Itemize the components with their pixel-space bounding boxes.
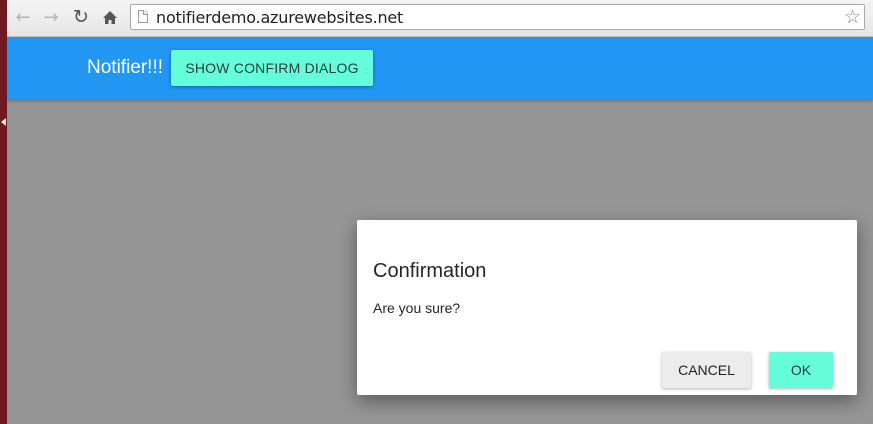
dialog-title: Confirmation [373, 260, 487, 282]
reload-icon[interactable]: ↻ [70, 6, 92, 28]
show-confirm-dialog-button[interactable]: SHOW CONFIRM DIALOG [171, 50, 373, 86]
dialog-message: Are you sure? [373, 300, 461, 316]
collapse-arrow-icon[interactable] [1, 118, 6, 126]
browser-toolbar: ← → ↻ notifierdemo.azurewebsites.net ☆ [7, 0, 873, 37]
bookmark-star-icon[interactable]: ☆ [844, 6, 861, 28]
forward-arrow-icon[interactable]: → [40, 6, 62, 28]
address-bar[interactable]: notifierdemo.azurewebsites.net ☆ [130, 4, 865, 30]
app-toolbar: Notifier!!! SHOW CONFIRM DIALOG [7, 37, 873, 100]
desktop-edge [0, 0, 7, 424]
ok-button[interactable]: OK [769, 352, 833, 388]
cancel-button[interactable]: CANCEL [662, 352, 751, 388]
page-icon [138, 10, 148, 23]
url-text[interactable]: notifierdemo.azurewebsites.net [156, 8, 403, 27]
browser-window: ← → ↻ notifierdemo.azurewebsites.net ☆ N… [7, 0, 873, 424]
app-title: Notifier!!! [87, 57, 164, 78]
back-arrow-icon[interactable]: ← [12, 6, 34, 28]
home-icon[interactable] [99, 6, 121, 28]
confirm-dialog: Confirmation Are you sure? CANCEL OK [357, 220, 857, 395]
